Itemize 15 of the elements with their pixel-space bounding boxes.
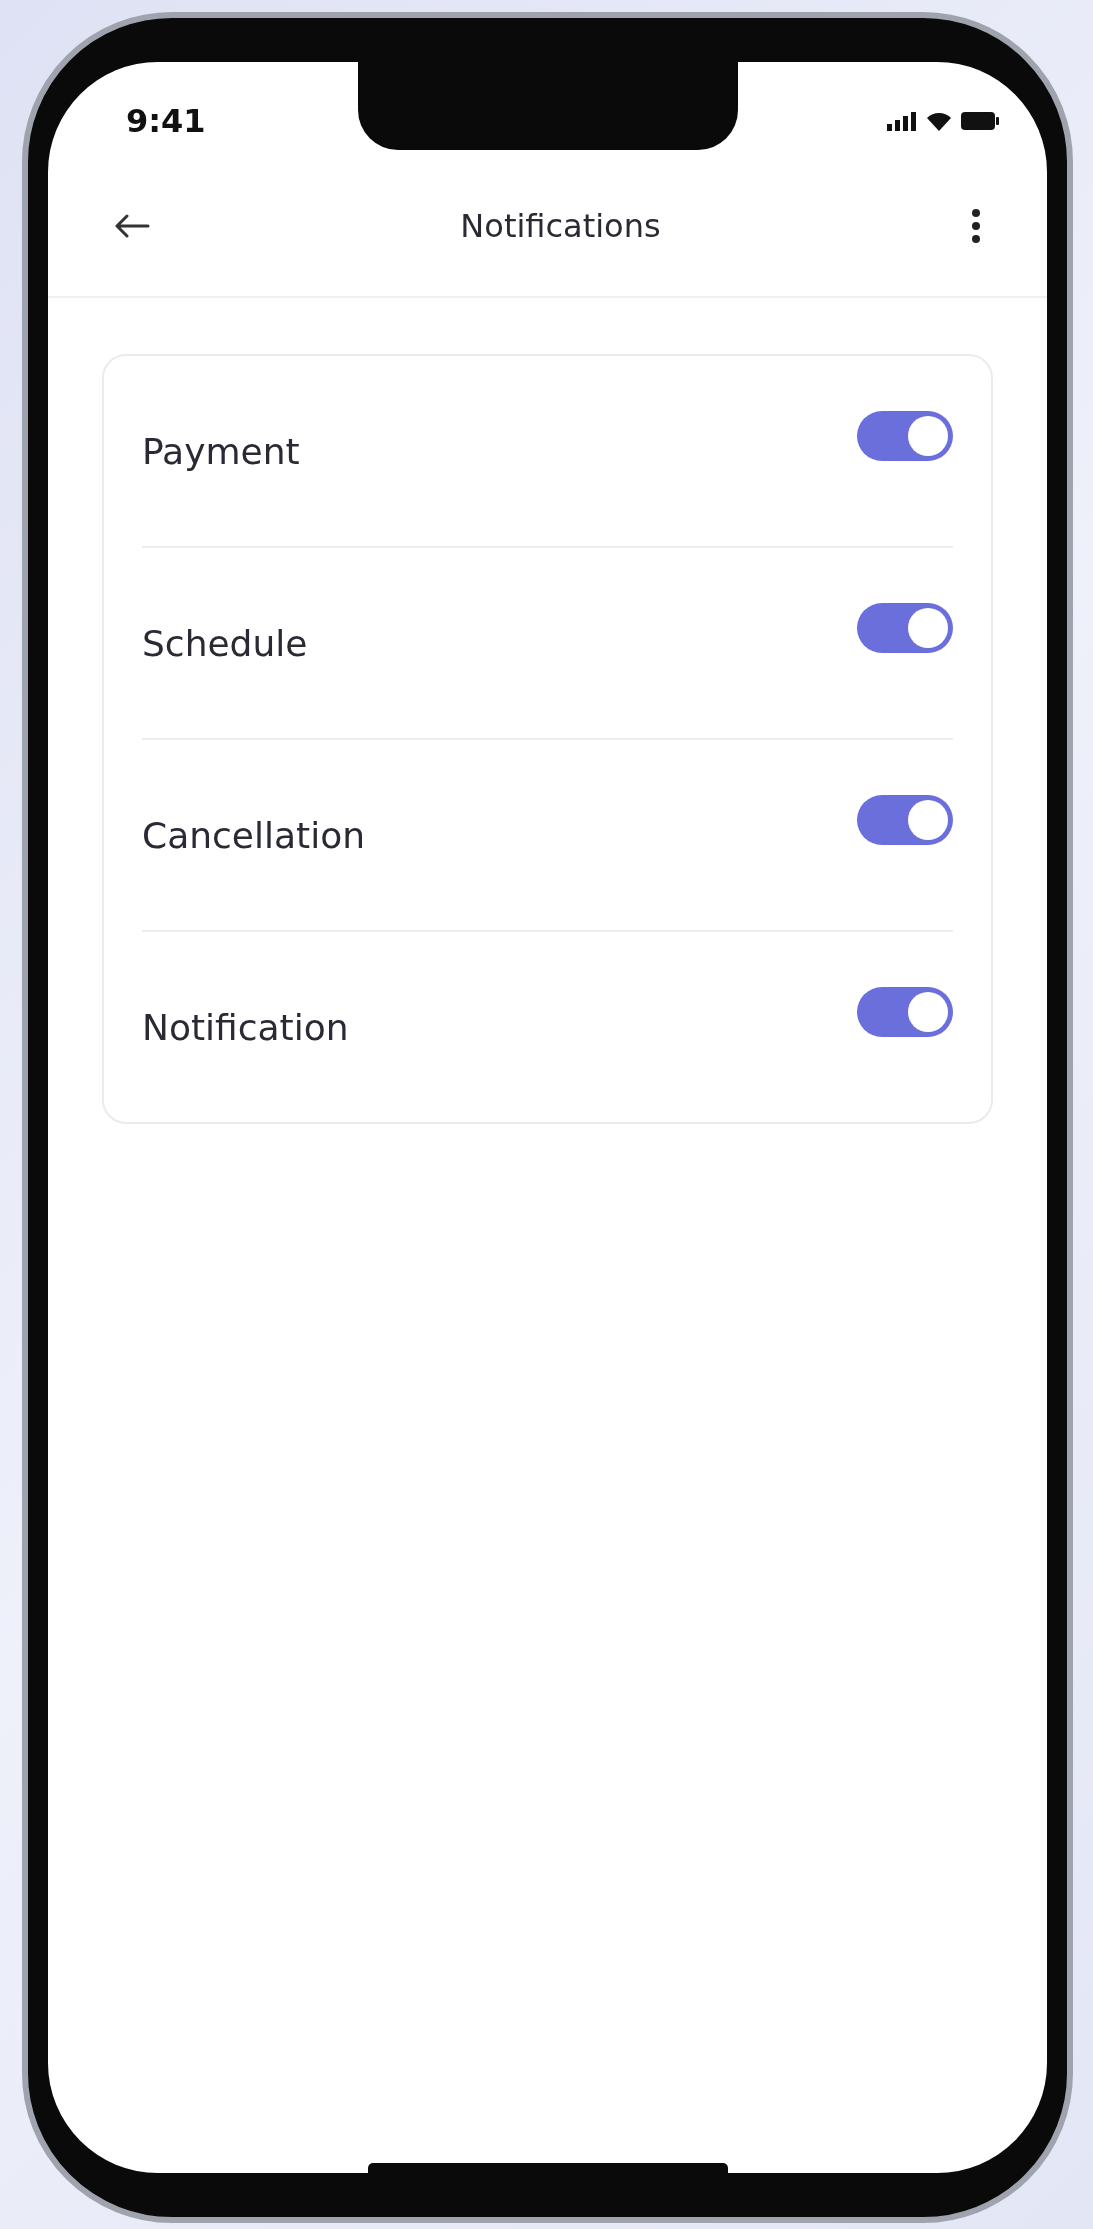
screen-title: Notifications (460, 207, 661, 245)
toggle-switch[interactable] (857, 603, 953, 653)
setting-label: Payment (142, 430, 300, 472)
toggle-switch[interactable] (857, 795, 953, 845)
toggle-switch[interactable] (857, 987, 953, 1037)
wifi-icon (925, 110, 953, 132)
setting-label: Cancellation (142, 814, 365, 856)
toggle-switch[interactable] (857, 411, 953, 461)
signal-icon (887, 111, 917, 131)
setting-label: Notification (142, 1006, 349, 1048)
battery-icon (961, 111, 999, 131)
back-arrow-icon (114, 214, 150, 238)
status-time: 9:41 (126, 102, 206, 140)
more-vertical-icon (971, 208, 981, 244)
setting-label: Schedule (142, 622, 308, 664)
